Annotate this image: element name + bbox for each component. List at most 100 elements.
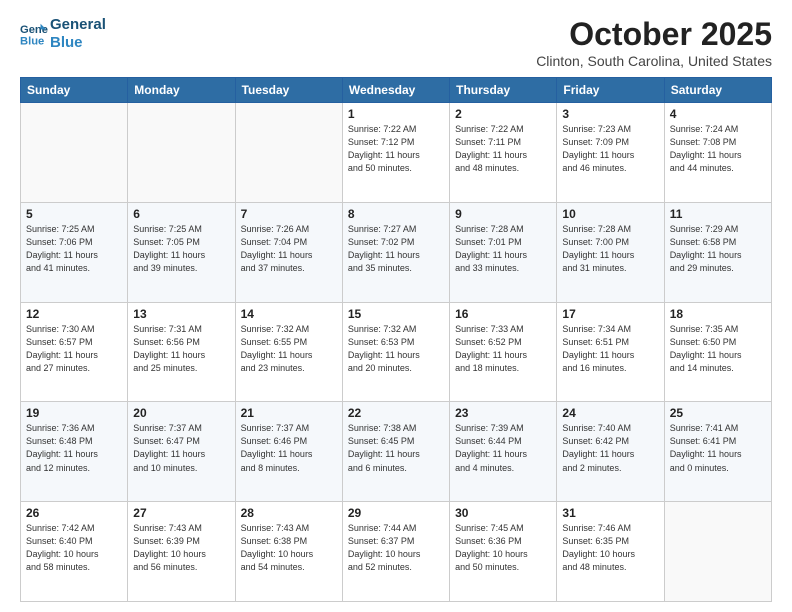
calendar-cell: 27Sunrise: 7:43 AM Sunset: 6:39 PM Dayli… <box>128 502 235 602</box>
calendar-cell <box>664 502 771 602</box>
day-number: 9 <box>455 207 551 221</box>
day-number: 26 <box>26 506 122 520</box>
calendar-cell <box>235 103 342 203</box>
day-number: 5 <box>26 207 122 221</box>
day-number: 1 <box>348 107 444 121</box>
calendar-cell: 24 Sunrise: 7:40 AM Sunset: 6:42 PM Dayli… <box>557 402 664 502</box>
day-number: 30 <box>455 506 551 520</box>
calendar-cell: 14 Sunrise: 7:32 AM Sunset: 6:55 PM Dayli… <box>235 302 342 402</box>
calendar-cell: 8Sunrise: 7:27 AM Sunset: 7:02 PM Daylig… <box>342 202 449 302</box>
day-info: Sunrise: 7:32 AM Sunset: 6:53 PM Dayligh… <box>348 323 444 375</box>
week-row-1: 1Sunrise: 7:22 AM Sunset: 7:12 PM Daylig… <box>21 103 772 203</box>
day-header-thursday: Thursday <box>450 78 557 103</box>
day-info: Sunrise: 7:31 AM Sunset: 6:56 PM Dayligh… <box>133 323 229 375</box>
calendar-cell: 9 Sunrise: 7:28 AM Sunset: 7:01 PM Daylig… <box>450 202 557 302</box>
day-info: Sunrise: 7:25 AM Sunset: 7:06 PM Dayligh… <box>26 223 122 275</box>
calendar-body: 1Sunrise: 7:22 AM Sunset: 7:12 PM Daylig… <box>21 103 772 602</box>
day-number: 14 <box>241 307 337 321</box>
day-number: 20 <box>133 406 229 420</box>
main-title: October 2025 <box>536 16 772 53</box>
day-info: Sunrise: 7:42 AM Sunset: 6:40 PM Dayligh… <box>26 522 122 574</box>
day-info: Sunrise: 7:28 AM Sunset: 7:01 PM Dayligh… <box>455 223 551 275</box>
calendar-cell: 29Sunrise: 7:44 AM Sunset: 6:37 PM Dayli… <box>342 502 449 602</box>
day-header-saturday: Saturday <box>664 78 771 103</box>
day-number: 31 <box>562 506 658 520</box>
calendar-cell: 1Sunrise: 7:22 AM Sunset: 7:12 PM Daylig… <box>342 103 449 203</box>
day-number: 23 <box>455 406 551 420</box>
day-info: Sunrise: 7:34 AM Sunset: 6:51 PM Dayligh… <box>562 323 658 375</box>
page: General Blue General Blue October 2025 C… <box>0 0 792 612</box>
day-number: 28 <box>241 506 337 520</box>
calendar-cell: 22 Sunrise: 7:38 AM Sunset: 6:45 PM Dayli… <box>342 402 449 502</box>
day-number: 10 <box>562 207 658 221</box>
day-number: 19 <box>26 406 122 420</box>
day-info: Sunrise: 7:26 AM Sunset: 7:04 PM Dayligh… <box>241 223 337 275</box>
day-info: Sunrise: 7:22 AM Sunset: 7:11 PM Dayligh… <box>455 123 551 175</box>
day-number: 2 <box>455 107 551 121</box>
calendar-cell: 6Sunrise: 7:25 AM Sunset: 7:05 PM Daylig… <box>128 202 235 302</box>
day-info: Sunrise: 7:30 AM Sunset: 6:57 PM Dayligh… <box>26 323 122 375</box>
day-info: Sunrise: 7:40 AM Sunset: 6:42 PM Dayligh… <box>562 422 658 474</box>
day-number: 22 <box>348 406 444 420</box>
calendar-cell <box>128 103 235 203</box>
header-row: SundayMondayTuesdayWednesdayThursdayFrid… <box>21 78 772 103</box>
day-number: 16 <box>455 307 551 321</box>
calendar-cell: 19 Sunrise: 7:36 AM Sunset: 6:48 PM Dayli… <box>21 402 128 502</box>
day-info: Sunrise: 7:27 AM Sunset: 7:02 PM Dayligh… <box>348 223 444 275</box>
subtitle: Clinton, South Carolina, United States <box>536 53 772 69</box>
day-info: Sunrise: 7:43 AM Sunset: 6:39 PM Dayligh… <box>133 522 229 574</box>
day-number: 29 <box>348 506 444 520</box>
header: General Blue General Blue October 2025 C… <box>20 16 772 69</box>
day-info: Sunrise: 7:24 AM Sunset: 7:08 PM Dayligh… <box>670 123 766 175</box>
calendar-cell: 18Sunrise: 7:35 AM Sunset: 6:50 PM Dayli… <box>664 302 771 402</box>
day-number: 18 <box>670 307 766 321</box>
day-number: 17 <box>562 307 658 321</box>
svg-text:General: General <box>20 24 48 36</box>
calendar-cell: 4 Sunrise: 7:24 AM Sunset: 7:08 PM Daylig… <box>664 103 771 203</box>
calendar-cell: 12 Sunrise: 7:30 AM Sunset: 6:57 PM Dayli… <box>21 302 128 402</box>
day-info: Sunrise: 7:38 AM Sunset: 6:45 PM Dayligh… <box>348 422 444 474</box>
day-header-friday: Friday <box>557 78 664 103</box>
day-info: Sunrise: 7:37 AM Sunset: 6:46 PM Dayligh… <box>241 422 337 474</box>
logo-icon: General Blue <box>20 20 48 48</box>
calendar-cell: 5 Sunrise: 7:25 AM Sunset: 7:06 PM Daylig… <box>21 202 128 302</box>
day-number: 24 <box>562 406 658 420</box>
calendar-table: SundayMondayTuesdayWednesdayThursdayFrid… <box>20 77 772 602</box>
week-row-3: 12 Sunrise: 7:30 AM Sunset: 6:57 PM Dayli… <box>21 302 772 402</box>
day-info: Sunrise: 7:37 AM Sunset: 6:47 PM Dayligh… <box>133 422 229 474</box>
day-header-monday: Monday <box>128 78 235 103</box>
day-info: Sunrise: 7:39 AM Sunset: 6:44 PM Dayligh… <box>455 422 551 474</box>
calendar-cell: 31 Sunrise: 7:46 AM Sunset: 6:35 PM Dayli… <box>557 502 664 602</box>
title-block: October 2025 Clinton, South Carolina, Un… <box>536 16 772 69</box>
day-number: 13 <box>133 307 229 321</box>
day-number: 4 <box>670 107 766 121</box>
day-info: Sunrise: 7:46 AM Sunset: 6:35 PM Dayligh… <box>562 522 658 574</box>
calendar-cell: 10Sunrise: 7:28 AM Sunset: 7:00 PM Dayli… <box>557 202 664 302</box>
logo: General Blue General Blue <box>20 16 106 52</box>
day-number: 21 <box>241 406 337 420</box>
day-number: 7 <box>241 207 337 221</box>
calendar-cell: 17 Sunrise: 7:34 AM Sunset: 6:51 PM Dayli… <box>557 302 664 402</box>
day-info: Sunrise: 7:36 AM Sunset: 6:48 PM Dayligh… <box>26 422 122 474</box>
calendar-cell <box>21 103 128 203</box>
day-info: Sunrise: 7:41 AM Sunset: 6:41 PM Dayligh… <box>670 422 766 474</box>
week-row-4: 19 Sunrise: 7:36 AM Sunset: 6:48 PM Dayli… <box>21 402 772 502</box>
calendar-cell: 26 Sunrise: 7:42 AM Sunset: 6:40 PM Dayli… <box>21 502 128 602</box>
calendar-cell: 30Sunrise: 7:45 AM Sunset: 6:36 PM Dayli… <box>450 502 557 602</box>
day-info: Sunrise: 7:32 AM Sunset: 6:55 PM Dayligh… <box>241 323 337 375</box>
day-info: Sunrise: 7:33 AM Sunset: 6:52 PM Dayligh… <box>455 323 551 375</box>
day-number: 12 <box>26 307 122 321</box>
week-row-5: 26 Sunrise: 7:42 AM Sunset: 6:40 PM Dayli… <box>21 502 772 602</box>
day-number: 6 <box>133 207 229 221</box>
calendar-cell: 11Sunrise: 7:29 AM Sunset: 6:58 PM Dayli… <box>664 202 771 302</box>
calendar-cell: 28 Sunrise: 7:43 AM Sunset: 6:38 PM Dayli… <box>235 502 342 602</box>
logo-blue: Blue <box>50 34 106 52</box>
calendar-cell: 25Sunrise: 7:41 AM Sunset: 6:41 PM Dayli… <box>664 402 771 502</box>
calendar-cell: 13 Sunrise: 7:31 AM Sunset: 6:56 PM Dayli… <box>128 302 235 402</box>
calendar-cell: 2 Sunrise: 7:22 AM Sunset: 7:11 PM Daylig… <box>450 103 557 203</box>
day-number: 15 <box>348 307 444 321</box>
day-header-wednesday: Wednesday <box>342 78 449 103</box>
calendar-header: SundayMondayTuesdayWednesdayThursdayFrid… <box>21 78 772 103</box>
logo-general: General <box>50 16 106 34</box>
day-info: Sunrise: 7:43 AM Sunset: 6:38 PM Dayligh… <box>241 522 337 574</box>
